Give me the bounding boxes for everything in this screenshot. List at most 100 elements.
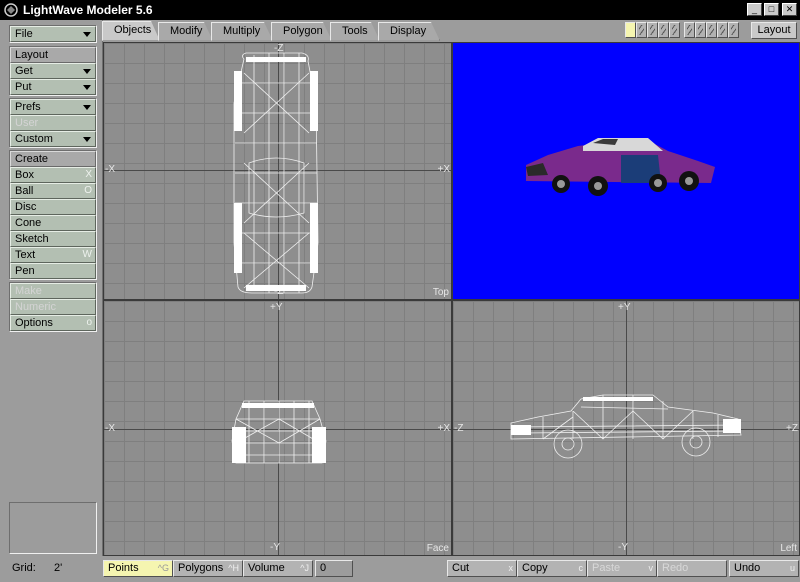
paste-label: Paste [592,562,621,574]
maximize-button[interactable]: □ [764,3,779,16]
cone-button[interactable]: Cone [10,215,96,231]
sketch-label: Sketch [15,233,49,245]
status-bar: Grid: 2' Points ^G Polygons ^H Volume ^J 0 … [0,557,800,582]
layout-group: Layout Get Put [9,46,97,96]
numeric-label: Numeric [15,301,56,313]
create-heading: Create [10,151,96,167]
disc-button[interactable]: Disc [10,199,96,215]
volume-mode-button[interactable]: Volume ^J [243,560,313,577]
text-button[interactable]: Text W [10,247,96,263]
viewport-face[interactable]: +Y -Y -X +X Face [103,300,452,556]
layer-button-9[interactable] [717,22,728,38]
viewport-top[interactable]: -Z -Z -X +X Top [103,42,452,300]
tab-multiply[interactable]: Multiply [211,22,273,41]
layer-button-6[interactable] [684,22,695,38]
window-title: LightWave Modeler 5.6 [23,3,153,17]
layer-hatch [709,25,714,35]
options-button[interactable]: Options o [10,315,96,331]
custom-button[interactable]: Custom [10,131,96,147]
layout-heading-label: Layout [15,49,49,61]
make-button[interactable]: Make [10,283,96,299]
chevron-down-icon [83,137,91,142]
file-group: File [9,25,97,43]
layer-hatch [687,25,692,35]
points-shortcut: ^G [157,563,169,573]
sketch-button[interactable]: Sketch [10,231,96,247]
layer-button-2[interactable] [636,22,647,38]
text-shortcut: W [82,249,92,260]
undo-button[interactable]: Undo u [729,560,799,577]
make-group: Make Numeric Options o [9,282,97,332]
tab-modify[interactable]: Modify [158,22,213,41]
pen-button[interactable]: Pen [10,263,96,279]
redo-button[interactable]: Redo [657,560,727,577]
paste-button[interactable]: Paste v [587,560,657,577]
ball-label: Ball [15,185,34,197]
tab-objects[interactable]: Objects [102,21,160,41]
tab-multiply-label: Multiply [223,25,261,37]
volume-shortcut: ^J [300,563,309,573]
close-button[interactable]: ✕ [782,3,797,16]
undo-shortcut: u [789,563,795,573]
grid-label: Grid: [12,562,36,574]
make-label: Make [15,285,42,297]
get-button[interactable]: Get [10,63,96,79]
chevron-down-icon [83,32,91,37]
layer-button-10[interactable] [728,22,739,38]
text-label: Text [15,249,36,261]
layer-hatch [672,25,677,35]
user-button[interactable]: User [10,115,96,131]
tab-tools[interactable]: Tools [330,22,380,41]
chevron-down-icon [83,69,91,74]
get-label: Get [15,65,33,77]
viewport-left[interactable]: +Y -Y -Z +Z Left [452,300,800,556]
layout-button[interactable]: Layout [751,22,797,39]
file-button[interactable]: File [10,26,96,42]
layer-hatch [661,25,666,35]
layer-button-3[interactable] [647,22,658,38]
chevron-down-icon [83,85,91,90]
car-wireframe-side [510,394,742,459]
user-label: User [15,117,39,129]
layer-button-8[interactable] [706,22,717,38]
layer-button-1[interactable] [625,22,636,38]
custom-label: Custom [15,133,53,145]
minimize-icon: _ [751,4,757,14]
prefs-button[interactable]: Prefs [10,99,96,115]
maximize-icon: □ [768,4,775,14]
sidebar: File Layout Get Put Prefs User Custom Cr… [0,20,103,556]
layer-hatch [650,25,655,35]
viewport-perspective[interactable] [452,42,800,300]
tab-polygon-label: Polygon [283,25,323,37]
volume-label: Volume [248,562,285,574]
ball-button[interactable]: Ball O [10,183,96,199]
points-mode-button[interactable]: Points ^G [103,560,173,577]
box-shortcut: X [85,169,92,180]
chevron-down-icon [83,105,91,110]
car-wireframe-face [231,400,327,464]
put-label: Put [15,81,32,93]
selection-count: 0 [315,560,353,577]
polygons-mode-button[interactable]: Polygons ^H [173,560,243,577]
tab-polygon[interactable]: Polygon [271,22,332,41]
tab-display[interactable]: Display [378,22,440,41]
copy-button[interactable]: Copy c [517,560,587,577]
copy-shortcut: c [578,563,584,573]
numeric-button[interactable]: Numeric [10,299,96,315]
put-button[interactable]: Put [10,79,96,95]
create-heading-label: Create [15,153,49,165]
cut-button[interactable]: Cut x [447,560,517,577]
tab-objects-label: Objects [114,24,152,36]
box-button[interactable]: Box X [10,167,96,183]
options-label: Options [15,317,53,329]
layer-hatch [698,25,703,35]
tab-tools-label: Tools [342,25,368,37]
disc-label: Disc [15,201,37,213]
minimize-button[interactable]: _ [747,3,762,16]
layer-button-5[interactable] [669,22,680,38]
cut-label: Cut [452,562,470,574]
car-wireframe-top [233,52,319,294]
layer-button-7[interactable] [695,22,706,38]
layer-button-4[interactable] [658,22,669,38]
file-label: File [15,28,33,40]
